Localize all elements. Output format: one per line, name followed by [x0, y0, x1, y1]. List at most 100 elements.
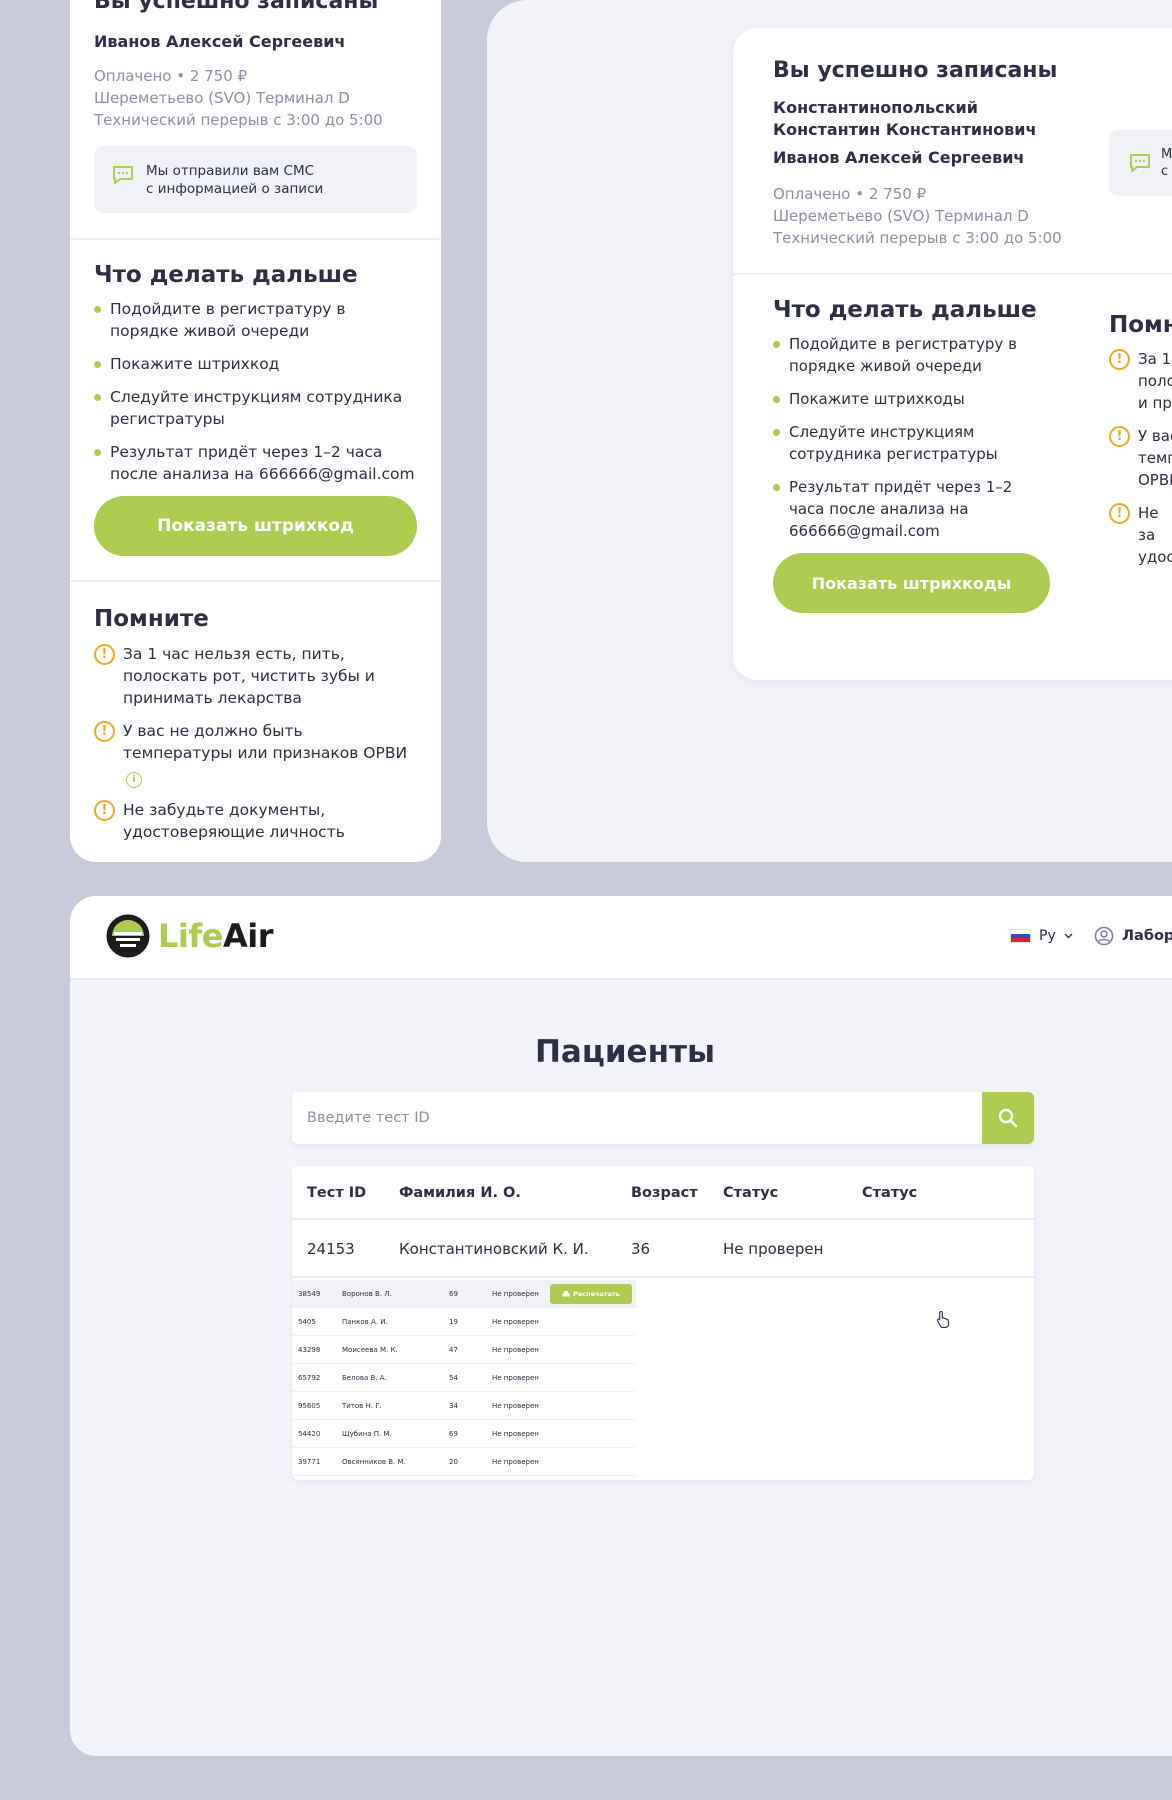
table-row[interactable]: 65792 Белова В. А. 54 Не проверен [292, 1364, 636, 1392]
cell-test-id: 38549 [298, 1290, 321, 1298]
cell-test-id: 54420 [298, 1430, 321, 1438]
desktop-next-steps-list: Подойдите в регистратуру в порядке живой… [773, 333, 1043, 542]
desktop-remember-list: ! За 1 поло и пр ! У вас темп ОРВИ ! Не за удос [1109, 348, 1172, 568]
sms-line-1: М [1161, 147, 1172, 162]
list-item: Следуйте инструкциям сотрудника регистра… [773, 421, 1043, 465]
cell-age: 54 [449, 1374, 458, 1382]
print-button[interactable]: Распечатать [550, 1284, 632, 1304]
cell-test-id: 95605 [298, 1402, 321, 1410]
cell-name: Титов Н. Г. [342, 1402, 382, 1410]
dot-separator: • [855, 185, 869, 203]
logo-wordmark: LifeAir [158, 917, 274, 955]
lifeair-logo-icon [106, 914, 150, 958]
remember-text-with-info: У вас не должно быть температуры или при… [123, 720, 417, 788]
remember-text: За 1 поло и пр [1138, 348, 1172, 414]
remember-text: Не за удос [1138, 502, 1172, 568]
mobile-sms-notice: Мы отправили вам СМС с информацией о зап… [94, 146, 417, 213]
table-row[interactable]: 38549 Воронов В. Л. 69 Не проверен Распе… [292, 1280, 636, 1308]
cell-age: 36 [631, 1240, 651, 1258]
column-header-name[interactable]: Фамилия И. О. [399, 1166, 521, 1220]
cell-name: Овсянников В. М. [342, 1458, 406, 1466]
payment-status: Оплачено [773, 185, 851, 203]
cell-name: Панков А. И. [342, 1318, 388, 1326]
info-icon[interactable]: i [126, 772, 142, 788]
sms-text: Мы отправили вам СМС с информацией о зап… [146, 162, 323, 198]
cell-test-id: 24153 [307, 1240, 355, 1258]
cell-status: Не проверен [723, 1240, 824, 1258]
desktop-payment-line: Оплачено • 2 750 ₽ [773, 183, 1153, 205]
logo-text-life: Life [158, 917, 223, 955]
desktop-next-steps-title: Что делать дальше [773, 297, 1037, 323]
mobile-location: Шереметьево (SVO) Терминал D [94, 89, 350, 107]
search-input[interactable] [292, 1092, 982, 1144]
list-item: Подойдите в регистратуру в порядке живой… [773, 333, 1043, 377]
list-item: ! У вас не должно быть температуры или пр… [94, 720, 417, 788]
search-button[interactable] [982, 1092, 1034, 1144]
column-header-age[interactable]: Возраст [631, 1166, 698, 1220]
cell-status: Не проверен [492, 1374, 539, 1382]
search-icon [998, 1108, 1018, 1128]
list-item: Результат придёт через 1–2 часа после ан… [773, 476, 1043, 542]
cell-test-id: 65792 [298, 1374, 321, 1382]
show-barcodes-button[interactable]: Показать штрихкоды [773, 553, 1050, 613]
user-menu[interactable]: Лабора [1094, 926, 1172, 946]
table-row[interactable]: 95605 Титов Н. Г. 34 Не проверен [292, 1392, 636, 1420]
cell-test-id: 43298 [298, 1346, 321, 1354]
column-header-test-id[interactable]: Тест ID [307, 1166, 366, 1220]
user-icon [1094, 926, 1114, 946]
list-item: ! У вас темп ОРВИ [1109, 425, 1172, 491]
warning-icon: ! [94, 644, 115, 665]
user-label: Лабора [1122, 928, 1172, 944]
list-item: ! За 1 поло и пр [1109, 348, 1172, 414]
column-header-status-2[interactable]: Статус [862, 1166, 917, 1220]
text-line: и пр [1138, 394, 1172, 412]
desktop-person-2: Иванов Алексей Сергеевич [773, 148, 1025, 167]
payment-price: 2 750 ₽ [868, 185, 927, 203]
mobile-next-steps-title: Что делать дальше [94, 262, 358, 288]
table-row[interactable]: 43298 Моисеева М. К. 47 Не проверен [292, 1336, 636, 1364]
cell-status: Не проверен [492, 1402, 539, 1410]
patients-app-window: LifeAir Ру Лабора Пациенты Тест ID Фамил… [70, 896, 1172, 1756]
search-bar [292, 1092, 1034, 1144]
cell-status: Не проверен [492, 1346, 539, 1354]
warning-icon: ! [1109, 349, 1130, 370]
table-row[interactable]: 5405 Панков А. И. 19 Не проверен [292, 1308, 636, 1336]
column-header-status[interactable]: Статус [723, 1166, 778, 1220]
language-label: Ру [1039, 928, 1056, 944]
app-header: LifeAir Ру Лабора [70, 896, 1172, 980]
cell-age: 19 [449, 1318, 458, 1326]
show-barcode-button[interactable]: Показать штрихкод [94, 496, 417, 556]
cell-status: Не проверен [492, 1318, 539, 1326]
lifeair-logo[interactable]: LifeAir [106, 914, 274, 958]
sms-text-clipped: М с [1161, 146, 1172, 180]
table-row[interactable]: 24153 Константиновский К. И. 36 Не прове… [292, 1220, 1034, 1278]
text-line: Не за [1138, 504, 1159, 544]
remember-text: За 1 час нельзя есть, пить, полоскать ро… [123, 645, 375, 707]
mobile-next-steps-list: Подойдите в регистратуру в порядке живой… [94, 298, 417, 485]
table-row[interactable]: 39771 Овсянников В. М. 20 Не проверен [292, 1448, 636, 1476]
desktop-remember-column: Помн ! За 1 поло и пр ! У вас темп ОРВИ ! Не за… [1109, 312, 1172, 579]
print-label: Распечатать [573, 1290, 620, 1298]
cell-test-id: 39771 [298, 1458, 321, 1466]
list-item: ! Не за удос [1109, 502, 1172, 568]
text-line: удос [1138, 548, 1172, 566]
desktop-sms-notice: М с [1109, 130, 1172, 196]
mini-table-preview: 38549 Воронов В. Л. 69 Не проверен Распе… [292, 1280, 636, 1480]
sms-line-2: с [1161, 164, 1169, 179]
russian-flag-icon [1010, 929, 1031, 943]
warning-icon: ! [94, 721, 115, 742]
desktop-person-1-line-1: Константинопольский [773, 98, 978, 117]
mobile-remember-list: ! За 1 час нельзя есть, пить, полоскать р… [94, 643, 417, 843]
cell-status: Не проверен [492, 1458, 539, 1466]
dot-separator: • [176, 67, 190, 85]
desktop-person-1-line-2: Константин Константинович [773, 120, 1037, 139]
list-item: Следуйте инструкциям сотрудника регистра… [94, 386, 417, 430]
message-icon [113, 166, 133, 184]
cell-age: 20 [449, 1458, 458, 1466]
cell-status: Не проверен [492, 1430, 539, 1438]
desktop-confirmation-card: Вы успешно записаны Константинопольский … [733, 28, 1172, 680]
language-selector[interactable]: Ру [1010, 928, 1073, 944]
cell-name: Белова В. А. [342, 1374, 387, 1382]
cell-name: Воронов В. Л. [342, 1290, 392, 1298]
table-row[interactable]: 54420 Щубина П. М. 69 Не проверен [292, 1420, 636, 1448]
